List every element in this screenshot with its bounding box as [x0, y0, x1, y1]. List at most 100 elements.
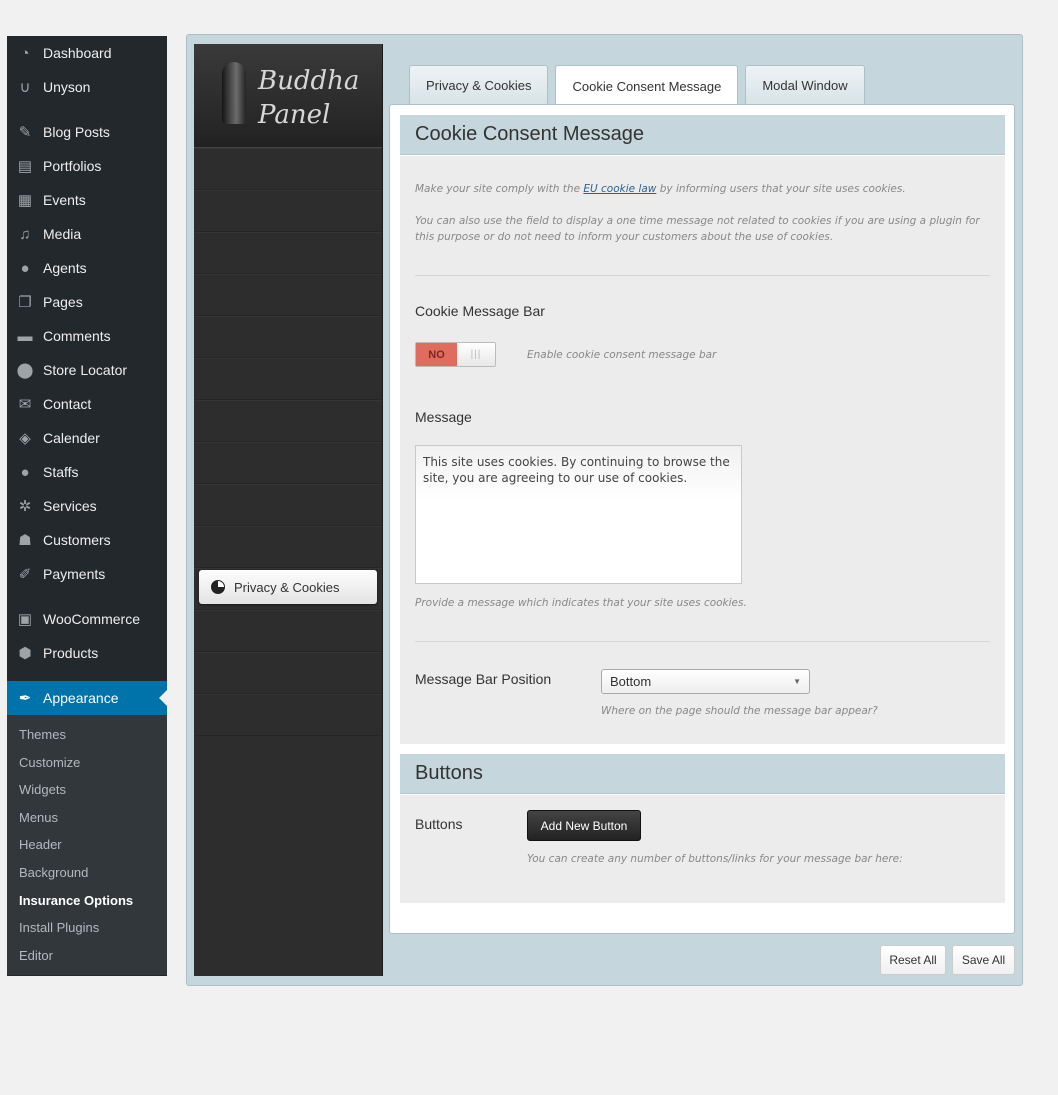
- menu-item-woocommerce[interactable]: ▣ WooCommerce: [7, 602, 167, 636]
- cookie-bar-toggle[interactable]: NO |||: [415, 342, 496, 367]
- menu-item-portfolios[interactable]: ▤ Portfolios: [7, 149, 167, 183]
- menu-item-label: Unyson: [43, 79, 91, 95]
- menu-item-label: Media: [43, 226, 82, 242]
- appearance-submenu: Themes Customize Widgets Menus Header Backgro…: [7, 715, 167, 976]
- menu-item-unyson[interactable]: ∪ Unyson: [7, 70, 167, 104]
- cookie-message-bar-label: Cookie Message Bar: [415, 303, 545, 319]
- menu-item-label: Events: [43, 192, 86, 208]
- select-value: Bottom: [610, 674, 652, 689]
- menu-item-label: Pages: [43, 294, 83, 310]
- menu-item-blog-posts[interactable]: ✎ Blog Posts: [7, 115, 167, 149]
- menu-item-media[interactable]: ♫ Media: [7, 217, 167, 251]
- woo-icon: ▣: [17, 611, 33, 628]
- divider: [415, 275, 990, 276]
- submenu-item-menus[interactable]: Menus: [7, 804, 167, 832]
- unyson-icon: ∪: [19, 79, 31, 96]
- message-label: Message: [415, 409, 472, 425]
- menu-item-label: Agents: [43, 260, 87, 276]
- toggle-description: Enable cookie consent message bar: [527, 349, 717, 361]
- submenu-item-insurance-options[interactable]: Insurance Options: [7, 887, 167, 915]
- divider: [415, 641, 990, 642]
- buddha-head-icon: [222, 62, 246, 124]
- admin-sidebar: ◔ Dashboard ∪ Unyson ✎ Blog Posts ▤ Portfolios ▦…: [7, 36, 167, 976]
- menu-item-pages[interactable]: ❐ Pages: [7, 285, 167, 319]
- tag-icon: ◈: [19, 430, 31, 447]
- section-buttons: Buttons Add New Button You can create an…: [400, 795, 1005, 903]
- menu-item-label: WooCommerce: [43, 611, 140, 627]
- calendar-icon: ▦: [17, 192, 33, 209]
- menu-item-label: Staffs: [43, 464, 79, 480]
- submenu-item-customize[interactable]: Customize: [7, 749, 167, 777]
- menu-item-label: Dashboard: [43, 45, 112, 61]
- menu-separator: [7, 591, 167, 602]
- menu-item-calender[interactable]: ◈ Calender: [7, 421, 167, 455]
- tab-bar: Privacy & Cookies Cookie Consent Message…: [409, 65, 872, 106]
- save-all-button[interactable]: Save All: [952, 945, 1015, 975]
- pages-icon: ❐: [18, 294, 32, 311]
- sidebar-item-label: Privacy & Cookies: [234, 579, 340, 595]
- toggle-knob: |||: [457, 343, 495, 366]
- menu-item-appearance[interactable]: ✒ Appearance: [7, 681, 167, 715]
- menu-item-label: Products: [43, 645, 99, 661]
- intro-description: Make your site comply with the EU cookie…: [415, 183, 906, 195]
- menu-item-store-locator[interactable]: ⬤ Store Locator: [7, 353, 167, 387]
- menu-item-products[interactable]: ⬢ Products: [7, 636, 167, 670]
- section-title-buttons: Buttons: [400, 754, 1005, 794]
- menu-item-agents[interactable]: ● Agents: [7, 251, 167, 285]
- brush-icon: ✒: [18, 690, 32, 707]
- menu-item-customers[interactable]: ☗ Customers: [7, 523, 167, 557]
- pie-chart-icon: [211, 580, 225, 594]
- submenu-item-themes[interactable]: Themes: [7, 721, 167, 749]
- person-icon: ●: [20, 463, 30, 481]
- submenu-item-install-plugins[interactable]: Install Plugins: [7, 914, 167, 942]
- message-textarea[interactable]: This site uses cookies. By continuing to…: [415, 445, 742, 584]
- message-bar-position-select[interactable]: Bottom ▼: [601, 669, 810, 694]
- media-icon: ♫: [19, 225, 31, 243]
- menu-item-label: Comments: [43, 328, 111, 344]
- menu-item-label: Services: [43, 498, 97, 514]
- submenu-item-widgets[interactable]: Widgets: [7, 776, 167, 804]
- menu-item-label: Blog Posts: [43, 124, 110, 140]
- pin-icon: ✎: [18, 124, 32, 141]
- options-panel: Buddha Panel Privacy & Cookies Privacy &…: [186, 34, 1023, 986]
- menu-item-services[interactable]: ✲ Services: [7, 489, 167, 523]
- mail-icon: ✉: [18, 396, 32, 413]
- menu-item-label: Calender: [43, 430, 100, 446]
- submenu-item-background[interactable]: Background: [7, 859, 167, 887]
- section-title-cookie-consent: Cookie Consent Message: [400, 115, 1005, 155]
- section-cookie-consent: Make your site comply with the EU cookie…: [400, 156, 1005, 744]
- menu-item-contact[interactable]: ✉ Contact: [7, 387, 167, 421]
- menu-item-events[interactable]: ▦ Events: [7, 183, 167, 217]
- gauge-icon: ◔: [20, 44, 30, 62]
- toggle-state: NO: [416, 343, 457, 366]
- tab-modal-window[interactable]: Modal Window: [745, 65, 865, 105]
- menu-item-dashboard[interactable]: ◔ Dashboard: [7, 36, 167, 70]
- admin-menu: ◔ Dashboard ∪ Unyson ✎ Blog Posts ▤ Portfolios ▦…: [7, 36, 167, 715]
- comment-icon: ▬: [17, 327, 33, 345]
- panel-sidebar: Buddha Panel Privacy & Cookies: [194, 44, 383, 976]
- sidebar-item-privacy-cookies[interactable]: Privacy & Cookies: [199, 570, 377, 604]
- group-icon: ☗: [18, 532, 32, 549]
- menu-item-comments[interactable]: ▬ Comments: [7, 319, 167, 353]
- person-icon: ●: [20, 259, 30, 277]
- buttons-label: Buttons: [415, 816, 463, 832]
- buttons-help: You can create any number of buttons/lin…: [527, 853, 903, 865]
- portfolio-icon: ▤: [17, 158, 33, 175]
- reset-all-button[interactable]: Reset All: [880, 945, 946, 975]
- edit-icon: ✐: [18, 566, 32, 583]
- menu-item-label: Store Locator: [43, 362, 128, 378]
- menu-item-staffs[interactable]: ● Staffs: [7, 455, 167, 489]
- message-help: Provide a message which indicates that y…: [415, 597, 747, 609]
- eu-cookie-law-link[interactable]: EU cookie law: [583, 183, 656, 195]
- caret-down-icon: ▼: [793, 677, 801, 686]
- submenu-item-editor[interactable]: Editor: [7, 942, 167, 970]
- submenu-item-header[interactable]: Header: [7, 831, 167, 859]
- menu-item-label: Customers: [43, 532, 111, 548]
- message-bar-position-label: Message Bar Position: [415, 671, 552, 687]
- location-icon: ⬤: [16, 362, 34, 379]
- menu-item-label: Payments: [43, 566, 106, 582]
- menu-item-payments[interactable]: ✐ Payments: [7, 557, 167, 591]
- tab-cookie-consent-message[interactable]: Cookie Consent Message: [555, 65, 739, 106]
- add-new-button[interactable]: Add New Button: [527, 810, 641, 841]
- tab-privacy-cookies[interactable]: Privacy & Cookies: [409, 65, 549, 105]
